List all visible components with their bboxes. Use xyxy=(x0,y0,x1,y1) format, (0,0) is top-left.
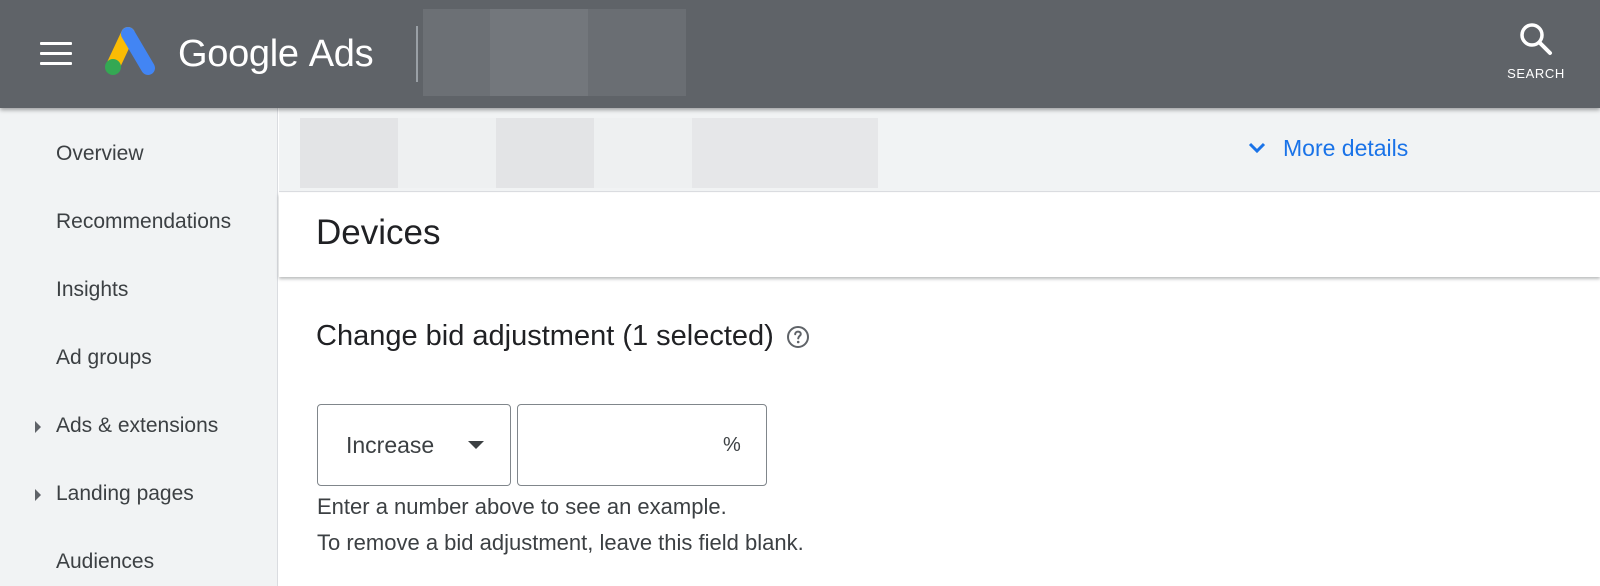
sidebar-item-label: Ad groups xyxy=(56,346,152,369)
brand-ads: Ads xyxy=(308,33,374,75)
search-button[interactable]: SEARCH xyxy=(1504,22,1568,86)
top-app-bar: Google Ads SEARCH xyxy=(0,0,1600,108)
sidebar-item-label: Ads & extensions xyxy=(56,414,219,437)
percent-suffix: % xyxy=(723,434,741,456)
sidebar-item-overview[interactable]: Overview xyxy=(0,130,277,178)
adjustment-direction-dropdown[interactable]: Increase xyxy=(317,404,511,486)
sidebar-item-label: Recommendations xyxy=(56,210,232,233)
devices-header: Devices xyxy=(279,193,1600,277)
sidebar-item-label: Audiences xyxy=(56,550,155,573)
brand-google: Google xyxy=(178,33,299,75)
sidebar-item-label: Insights xyxy=(56,278,129,301)
percent-input-field[interactable]: % xyxy=(517,404,767,486)
sidebar-item-landing-pages[interactable]: Landing pages xyxy=(0,470,277,518)
menu-icon[interactable] xyxy=(36,38,76,70)
page-title: Devices xyxy=(316,213,441,252)
bid-adjustment-panel: Change bid adjustment (1 selected) Incre… xyxy=(279,278,1600,586)
sidebar-item-insights[interactable]: Insights xyxy=(0,266,277,314)
sidebar-item-ads-extensions[interactable]: Ads & extensions xyxy=(0,402,277,450)
search-icon xyxy=(1520,23,1552,55)
topbar-divider xyxy=(416,26,418,82)
chevron-down-icon xyxy=(1248,142,1266,154)
google-ads-logo[interactable] xyxy=(104,26,160,80)
dropdown-arrow-icon xyxy=(468,441,484,449)
bid-adjustment-title: Change bid adjustment (1 selected) xyxy=(316,320,810,353)
more-details-label: More details xyxy=(1283,134,1409,161)
hint-text-remove: To remove a bid adjustment, leave this f… xyxy=(317,530,804,555)
sidebar-item-recommendations[interactable]: Recommendations xyxy=(0,198,277,246)
sidebar-item-label: Landing pages xyxy=(56,482,194,505)
more-details-button[interactable]: More details xyxy=(1247,128,1408,168)
campaign-summary-strip: More details xyxy=(279,108,1600,192)
summary-redacted xyxy=(300,118,878,188)
sidebar: Overview Recommendations Insights Ad gro… xyxy=(0,108,278,586)
dropdown-selected-value: Increase xyxy=(346,432,435,458)
account-info-redacted[interactable] xyxy=(423,9,686,96)
product-name: Google Ads xyxy=(178,30,374,78)
sidebar-item-ad-groups[interactable]: Ad groups xyxy=(0,334,277,382)
sidebar-item-label: Overview xyxy=(56,142,144,165)
help-icon[interactable] xyxy=(786,325,810,349)
expand-caret-icon[interactable] xyxy=(35,489,41,501)
search-label: SEARCH xyxy=(1507,66,1565,81)
expand-caret-icon[interactable] xyxy=(35,421,41,433)
sidebar-item-audiences[interactable]: Audiences xyxy=(0,538,277,586)
hint-text-example: Enter a number above to see an example. xyxy=(317,494,727,519)
bid-adjustment-title-text: Change bid adjustment (1 selected) xyxy=(316,320,774,352)
percent-input[interactable] xyxy=(530,425,710,465)
